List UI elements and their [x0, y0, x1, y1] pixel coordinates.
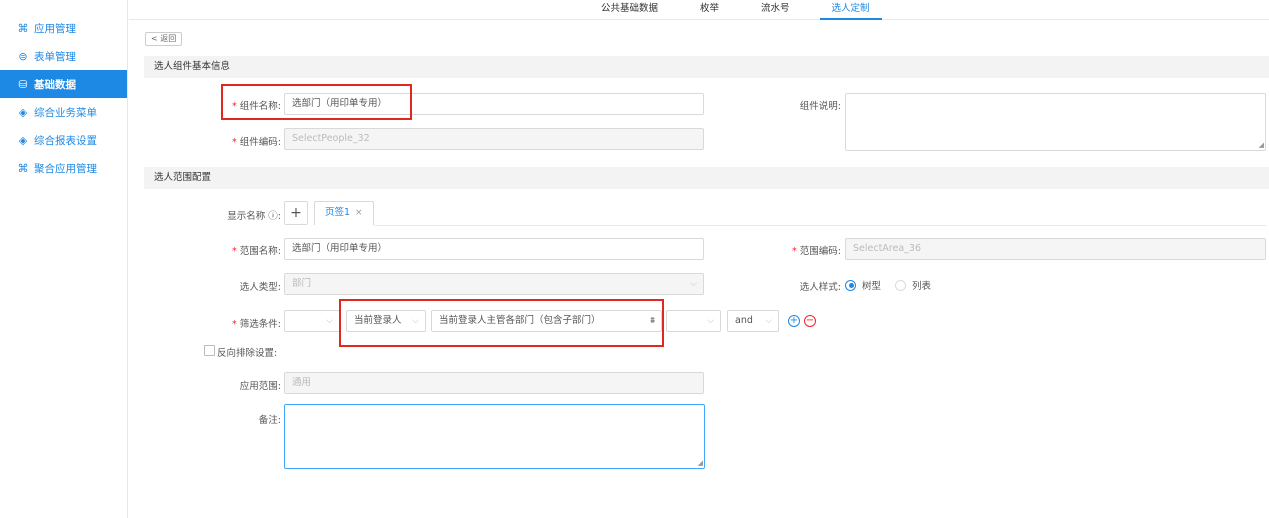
cube-icon: ◈	[18, 105, 28, 119]
highlight-box	[339, 299, 664, 347]
sidebar-item-basic-data[interactable]: ⛁ 基础数据	[0, 70, 127, 98]
tab-label: 页签1	[325, 207, 351, 218]
label-text: 组件编码	[239, 137, 278, 148]
sidebar-item-business-menu[interactable]: ◈ 综合业务菜单	[0, 98, 127, 126]
sidebar-item-label: 应用管理	[34, 22, 76, 35]
radio-dot[interactable]	[895, 279, 906, 291]
remove-condition-icon[interactable]: −	[804, 315, 816, 327]
back-button[interactable]: < 返回	[145, 32, 183, 46]
tab-select-people-custom[interactable]: 选人定制	[819, 0, 882, 20]
form-icon: ⊜	[18, 49, 28, 63]
label-text: 组件说明	[799, 101, 838, 112]
app-icon: ⌘	[17, 161, 29, 175]
add-tab-button[interactable]: +	[284, 201, 308, 225]
reverse-exclude-checkbox[interactable]	[204, 345, 215, 356]
select-type-dropdown: 部门 ⌵	[284, 273, 704, 295]
sidebar: ⌘ 应用管理 ⊜ 表单管理 ⛁ 基础数据 ◈ 综合业务菜单 ◈ 综合报表设置 ⌘…	[0, 0, 128, 518]
select-type-label: 选人类型:	[239, 282, 281, 293]
label-text: 范围名称	[239, 246, 278, 257]
chevron-down-icon: ⌵	[690, 279, 697, 289]
radio-label: 列表	[912, 281, 932, 292]
sidebar-item-label: 综合报表设置	[34, 134, 97, 147]
radio-list[interactable]: 列表	[895, 278, 931, 292]
chevron-down-icon: ⌵	[326, 316, 333, 326]
app-icon: ⌘	[17, 21, 29, 35]
add-condition-icon[interactable]: +	[788, 315, 800, 327]
resize-handle-icon[interactable]: ◢	[698, 459, 703, 467]
component-code-input: SelectPeople_32	[284, 128, 704, 150]
radio-dot[interactable]	[845, 279, 856, 291]
label-text: 筛选条件	[239, 319, 278, 330]
range-code-input: SelectArea_36	[845, 238, 1266, 260]
select-value: and	[735, 315, 753, 326]
sidebar-item-label: 聚合应用管理	[34, 162, 97, 175]
radio-label: 树型	[862, 281, 882, 292]
sidebar-item-app-management[interactable]: ⌘ 应用管理	[0, 14, 127, 42]
tab-serial-number[interactable]: 流水号	[749, 0, 802, 20]
label-text: 选人样式	[799, 282, 838, 293]
tab-enum[interactable]: 枚举	[688, 0, 731, 20]
note-textarea[interactable]: ◢	[284, 404, 705, 469]
page-tab-1[interactable]: 页签1 ×	[314, 201, 374, 225]
scope-input: 通用	[284, 372, 704, 394]
component-code-label: * 组件编码:	[232, 137, 281, 148]
label-text: 范围编码	[799, 246, 838, 257]
radio-tree[interactable]: 树型	[845, 278, 881, 292]
label-text: 反向排除设置	[217, 348, 275, 359]
chevron-down-icon: ⌵	[765, 316, 772, 326]
sidebar-item-label: 表单管理	[34, 50, 76, 63]
label-text: 应用范围	[239, 381, 278, 392]
filter-bracket-select[interactable]: ⌵	[284, 310, 340, 332]
chevron-down-icon: ⌵	[707, 316, 714, 326]
section-basic-info: 选人组件基本信息	[144, 56, 1269, 78]
display-name-label: 显示名称 ⓘ:	[227, 211, 281, 222]
select-value: 部门	[292, 278, 312, 289]
range-code-label: * 范围编码:	[792, 246, 841, 257]
select-style-label: 选人样式:	[799, 282, 841, 293]
database-icon: ⛁	[18, 77, 28, 91]
section-range-config: 选人范围配置	[144, 167, 1269, 189]
top-nav: 公共基础数据 枚举 流水号 选人定制	[129, 0, 1269, 20]
label-text: 选人类型	[239, 282, 278, 293]
scope-label: 应用范围:	[239, 381, 281, 392]
close-icon[interactable]: ×	[355, 208, 363, 218]
range-name-input[interactable]: 选部门（用印单专用）	[284, 238, 704, 260]
note-label: 备注:	[258, 415, 281, 426]
highlight-box	[221, 84, 412, 120]
cube-icon: ◈	[18, 133, 28, 147]
tab-public-basic-data[interactable]: 公共基础数据	[589, 0, 670, 20]
tab-divider	[374, 225, 1266, 226]
sidebar-item-label: 基础数据	[34, 78, 76, 91]
sidebar-item-report-settings[interactable]: ◈ 综合报表设置	[0, 126, 127, 154]
resize-handle-icon[interactable]: ◢	[1259, 141, 1264, 149]
reverse-exclude-label: 反向排除设置:	[217, 348, 278, 359]
sidebar-item-label: 综合业务菜单	[34, 106, 97, 119]
label-text: 备注	[258, 415, 278, 426]
sidebar-item-form-management[interactable]: ⊜ 表单管理	[0, 42, 127, 70]
range-name-label: * 范围名称:	[232, 246, 281, 257]
component-desc-label: 组件说明:	[799, 101, 841, 112]
sidebar-item-aggregate-apps[interactable]: ⌘ 聚合应用管理	[0, 154, 127, 182]
main-content: 公共基础数据 枚举 流水号 选人定制 < 返回 选人组件基本信息 * 组件名称: …	[129, 0, 1269, 518]
component-desc-textarea[interactable]: ◢	[845, 93, 1266, 151]
filter-logic-select[interactable]: and ⌵	[727, 310, 779, 332]
filter-label: * 筛选条件:	[232, 319, 281, 330]
filter-bracket-close-select[interactable]: ⌵	[666, 310, 721, 332]
label-text: 显示名称 ⓘ	[227, 211, 278, 222]
